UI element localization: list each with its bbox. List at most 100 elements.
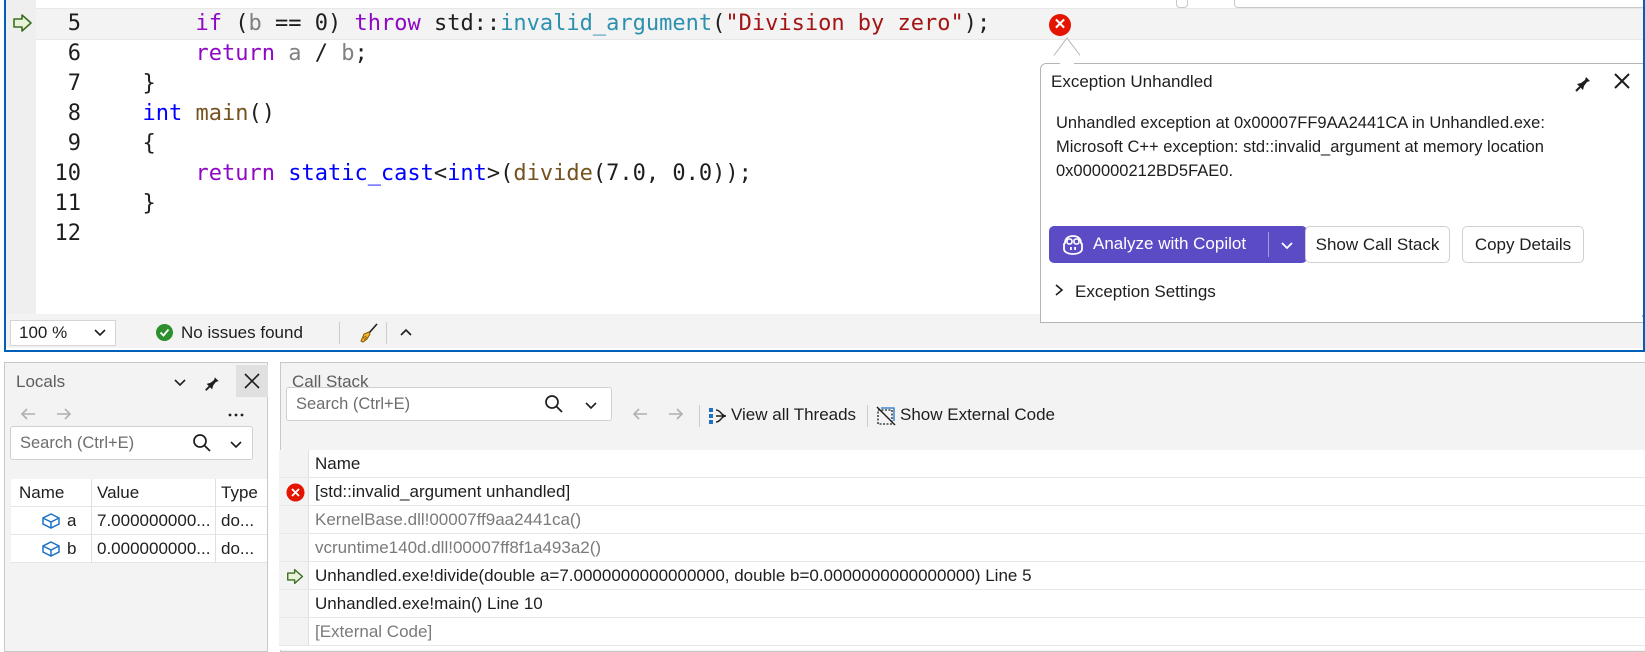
- code-token: b: [341, 41, 355, 66]
- local-name: b: [67, 539, 77, 558]
- column-header-name[interactable]: Name: [315, 454, 360, 474]
- column-header-value[interactable]: Value: [97, 483, 139, 503]
- editor-margin[interactable]: [6, 0, 36, 314]
- pin-icon[interactable]: [203, 371, 225, 393]
- back-arrow-icon[interactable]: [17, 403, 39, 425]
- call-stack-search-input[interactable]: [296, 395, 446, 414]
- local-type: do...: [221, 511, 255, 530]
- back-arrow-icon[interactable]: [629, 403, 651, 425]
- view-all-threads-button[interactable]: View all Threads: [707, 363, 867, 443]
- code-token: std::: [420, 11, 501, 36]
- chevron-down-icon[interactable]: [580, 394, 602, 416]
- call-stack-frame-label: vcruntime140d.dll!00007ff8f1a493a2(): [315, 538, 602, 557]
- local-name: a: [67, 511, 77, 530]
- search-icon[interactable]: [543, 393, 565, 415]
- call-stack-frame[interactable]: KernelBase.dll!00007ff9aa2441ca(): [279, 506, 1645, 534]
- show-call-stack-button[interactable]: Show Call Stack: [1305, 226, 1450, 263]
- call-stack-search-box[interactable]: [286, 387, 612, 421]
- chevron-down-icon[interactable]: [169, 371, 191, 393]
- threads-icon: [709, 408, 727, 424]
- call-stack-table: Name [std::invalid_argument unhandled] Ke…: [279, 450, 1645, 650]
- call-stack-frame[interactable]: Unhandled.exe!main() Line 10: [279, 590, 1645, 618]
- copy-details-button[interactable]: Copy Details: [1462, 226, 1584, 263]
- call-stack-frame-label: Unhandled.exe!main() Line 10: [315, 594, 543, 613]
- locals-row[interactable]: a 7.000000000... do...: [11, 507, 267, 535]
- analyze-with-copilot-button[interactable]: Analyze with Copilot: [1049, 226, 1307, 263]
- show-external-code-button[interactable]: Show External Code: [875, 363, 1065, 443]
- call-stack-frame[interactable]: [std::invalid_argument unhandled]: [279, 478, 1645, 506]
- line-number: 9: [67, 131, 81, 156]
- code-line[interactable]: 9 {: [36, 128, 156, 160]
- issues-indicator[interactable]: No issues found: [156, 323, 303, 343]
- code-line[interactable]: 6 return a / b;: [36, 38, 368, 70]
- pin-icon[interactable]: [1573, 70, 1597, 94]
- chevron-down-icon[interactable]: [225, 433, 247, 455]
- more-options-icon[interactable]: [225, 403, 247, 425]
- code-line[interactable]: 8 int main(): [36, 98, 275, 130]
- status-divider: [339, 322, 340, 344]
- locals-header-row: Name Value Type: [11, 479, 267, 507]
- local-value[interactable]: 7.000000000...: [97, 511, 213, 531]
- locals-row[interactable]: b 0.000000000... do...: [11, 535, 267, 563]
- exception-error-icon[interactable]: ✕: [1049, 14, 1071, 36]
- resize-grip-icon[interactable]: [1641, 306, 1645, 318]
- current-frame-arrow-icon: [287, 568, 304, 585]
- locals-search-input[interactable]: [20, 434, 170, 453]
- close-button[interactable]: [236, 365, 268, 397]
- code-token: "Division by zero": [725, 11, 964, 36]
- code-token: a: [288, 41, 302, 66]
- code-token: ==: [261, 11, 315, 36]
- line-number: 8: [67, 101, 81, 126]
- call-stack-frame[interactable]: [External Code]: [279, 618, 1645, 646]
- code-line[interactable]: 7 }: [36, 68, 156, 100]
- chevron-down-icon[interactable]: [1276, 234, 1298, 256]
- close-icon[interactable]: [1609, 68, 1635, 94]
- code-token: >(: [486, 161, 514, 186]
- call-stack-pane: Call Stack View all Threads Show Externa…: [279, 362, 1645, 652]
- call-stack-frame[interactable]: Unhandled.exe!divide(double a=7.00000000…: [279, 562, 1645, 590]
- zoom-dropdown[interactable]: 100 %: [10, 320, 116, 346]
- chevron-up-icon[interactable]: [398, 324, 414, 340]
- exception-message: Unhandled exception at 0x00007FF9AA2441C…: [1056, 114, 1545, 180]
- code-line[interactable]: 12: [36, 218, 143, 250]
- toolbar-dropdown-fragment[interactable]: [1234, 0, 1643, 8]
- code-token: return: [195, 41, 275, 66]
- code-token: 0: [314, 11, 328, 36]
- call-stack-rows: [std::invalid_argument unhandled] KernelB…: [279, 478, 1645, 646]
- locals-title: Locals: [16, 372, 66, 391]
- line-number: 11: [54, 191, 82, 216]
- split-divider: [1268, 232, 1269, 257]
- zoom-value: 100 %: [19, 323, 68, 342]
- code-token: }: [142, 71, 156, 96]
- column-header-name[interactable]: Name: [19, 483, 64, 503]
- copilot-icon: [1063, 235, 1083, 255]
- code-token: (): [248, 101, 275, 126]
- column-header-type[interactable]: Type: [221, 483, 258, 503]
- code-line[interactable]: 5 if (b == 0) throw std::invalid_argumen…: [36, 8, 991, 40]
- code-token: (: [221, 11, 249, 36]
- search-icon[interactable]: [191, 432, 213, 454]
- code-token: invalid_argument: [500, 11, 713, 36]
- code-token: <: [433, 161, 448, 186]
- exception-settings-label: Exception Settings: [1075, 282, 1216, 301]
- exception-settings-expander[interactable]: Exception Settings: [1053, 282, 1216, 302]
- code-cleanup-broom-icon[interactable]: [358, 322, 380, 344]
- code-token: int: [447, 161, 487, 186]
- error-icon: [286, 483, 305, 502]
- local-value[interactable]: 0.000000000...: [97, 539, 213, 559]
- forward-arrow-icon[interactable]: [53, 403, 75, 425]
- call-stack-frame[interactable]: vcruntime140d.dll!00007ff8f1a493a2(): [279, 534, 1645, 562]
- code-line[interactable]: 11 }: [36, 188, 156, 220]
- code-editor[interactable]: 5 if (b == 0) throw std::invalid_argumen…: [4, 0, 1645, 352]
- close-icon: [244, 373, 260, 389]
- code-token: }: [142, 191, 156, 216]
- code-line[interactable]: 10 return static_cast<int>(divide(7.0, 0…: [36, 158, 752, 190]
- code-token: if: [195, 11, 222, 36]
- code-token: (: [712, 11, 726, 36]
- locals-search-box[interactable]: [10, 426, 253, 460]
- forward-arrow-icon[interactable]: [665, 403, 687, 425]
